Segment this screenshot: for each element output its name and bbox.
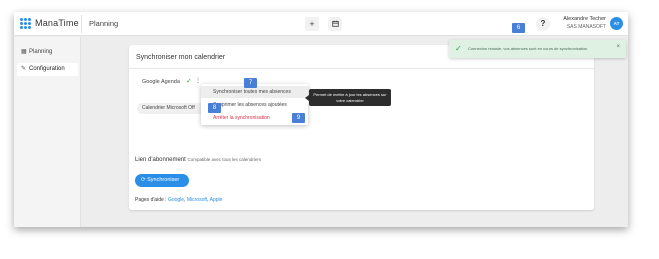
step-badge-9: 9 [292, 113, 305, 123]
calendar-icon [331, 20, 339, 27]
help-link-google[interactable]: Google [168, 197, 184, 203]
app-grid-icon[interactable] [20, 18, 31, 29]
calendar-button[interactable] [328, 17, 342, 31]
tooltip: Permet de mettre à jour les absences sur… [305, 89, 391, 106]
sidebar-item-planning[interactable]: ▦ Planning [17, 46, 78, 59]
user-company: SAS MANASOFT [566, 24, 606, 30]
subscription-subtitle: Compatible avec tous les calendriers [187, 157, 262, 162]
divider [129, 68, 594, 69]
help-button[interactable]: ? [536, 17, 550, 31]
top-bar: ManaTime Planning + ? Alexandre Techer S… [14, 12, 628, 36]
success-toast: ✓ Connexion réussie, vos absences sont e… [449, 40, 626, 58]
help-link-microsoft[interactable]: Microsoft [187, 197, 207, 203]
app-window: ManaTime Planning + ? Alexandre Techer S… [14, 12, 628, 227]
avatar[interactable]: AT [610, 17, 623, 30]
subscription-title-text: Lien d'abonnement [135, 157, 186, 163]
step-badge-8: 8 [208, 103, 221, 113]
plus-icon: + [309, 19, 315, 29]
synchronize-button-label: Synchroniser [147, 177, 180, 183]
subscription-title: Lien d'abonnement Compatible avec tous l… [135, 157, 261, 163]
synchronize-button[interactable]: ⟳ Synchroniser [135, 174, 189, 187]
help-pages: Pages d'aide : Google, Microsoft, Apple [135, 197, 223, 203]
microsoft-calendar-button[interactable]: Calendrier Microsoft Off [137, 103, 205, 114]
more-options-icon[interactable]: ⋮ [195, 77, 201, 84]
sync-icon: ⟳ [141, 177, 146, 183]
user-name[interactable]: Alexandre Techer [563, 16, 606, 22]
add-button[interactable]: + [305, 17, 319, 31]
divider [81, 15, 82, 33]
brand-name: ManaTime [35, 18, 79, 28]
help-link-apple[interactable]: Apple [210, 197, 223, 203]
sidebar-item-label: Planning [29, 49, 53, 55]
check-icon: ✓ [455, 44, 462, 53]
step-badge-7: 7 [244, 78, 257, 88]
google-agenda-label: Google Agenda [142, 79, 180, 85]
sidebar: ▦ Planning ✎ Configuration [14, 37, 81, 227]
card-title: Synchroniser mon calendrier [136, 54, 226, 61]
check-icon: ✓ [186, 78, 192, 85]
sidebar-item-label: Configuration [29, 66, 65, 72]
page-title: Planning [89, 19, 119, 28]
sidebar-item-configuration[interactable]: ✎ Configuration [17, 63, 78, 76]
close-icon[interactable]: × [616, 44, 620, 50]
sync-calendar-card: Synchroniser mon calendrier Google Agend… [129, 45, 594, 210]
calendar-icon: ▦ [21, 49, 27, 55]
toast-message: Connexion réussie, vos absences sont en … [468, 46, 588, 51]
help-pages-label: Pages d'aide : [135, 197, 167, 203]
wrench-icon: ✎ [21, 66, 27, 72]
step-badge-6: 6 [512, 23, 525, 33]
